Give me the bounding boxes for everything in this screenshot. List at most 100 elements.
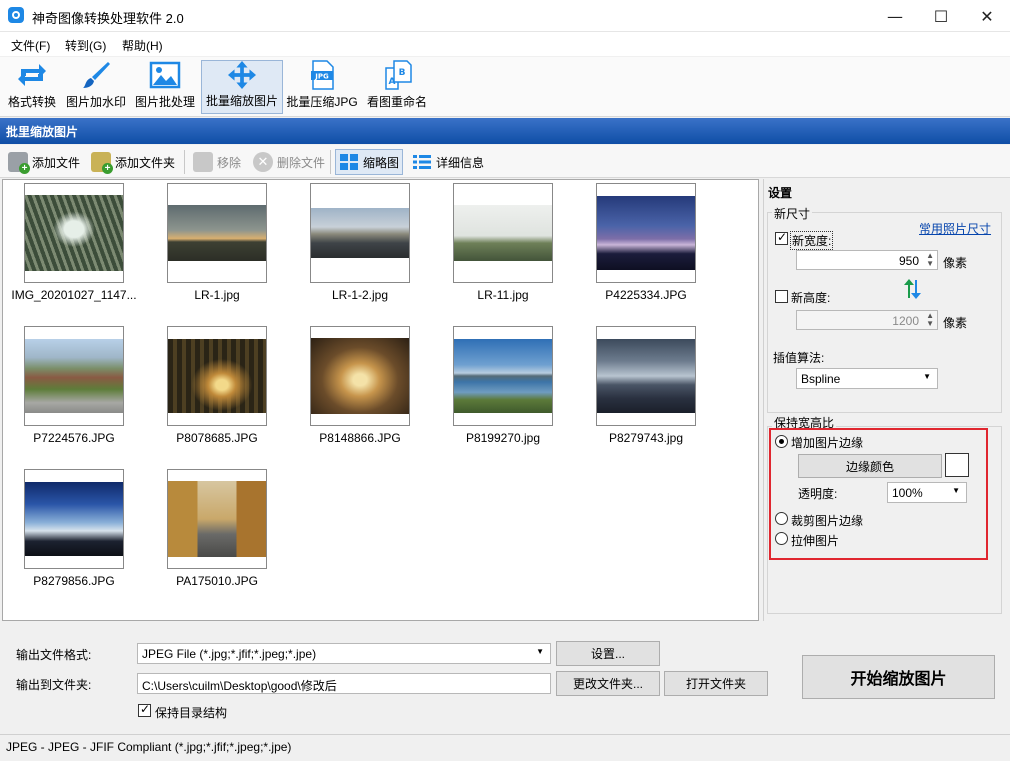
delete-x-icon: ✕ (253, 152, 273, 172)
format-label: 输出文件格式: (16, 648, 92, 662)
photo-storm-clouds (597, 339, 695, 413)
new-width-checkbox[interactable] (775, 230, 788, 245)
thumbnail-10[interactable] (596, 326, 696, 426)
thumbnail-2[interactable] (167, 183, 267, 283)
photo-bridge-night (597, 196, 695, 270)
new-height-checkbox[interactable] (775, 290, 788, 303)
tool-batch-resize[interactable]: 批量缩放图片 (201, 60, 283, 114)
thumbnail-8[interactable] (310, 326, 410, 426)
window-title: 神奇图像转换处理软件 2.0 (32, 11, 184, 26)
grid-view-icon (340, 154, 358, 170)
app-logo-icon (8, 7, 24, 23)
settings-panel: 设置 新尺寸 常用照片尺寸 新宽度: 950 ▲▼ 像素 新高度: 1200 ▲… (763, 179, 1010, 621)
thumbnail-name: LR-1.jpg (194, 288, 240, 302)
new-height-spinner[interactable]: 1200 ▲ ▼ (796, 310, 938, 330)
spin-arrows-icon: ▲ ▼ (926, 311, 934, 328)
opacity-label: 透明度: (798, 487, 838, 501)
tool-label: 批量缩放图片 (205, 94, 278, 108)
list-view-icon (413, 155, 431, 169)
open-folder-button[interactable]: 打开文件夹 (664, 671, 768, 696)
thumbnail-6[interactable] (24, 326, 124, 426)
interp-select[interactable]: Bspline ▼ (796, 368, 938, 389)
thumbnail-7[interactable] (167, 326, 267, 426)
add-file-icon: + (8, 152, 30, 174)
keep-structure-checkbox[interactable] (138, 702, 151, 717)
spin-arrows-icon: ▲ ▼ (926, 251, 934, 268)
photo-lone-tree (454, 205, 552, 261)
tool-label: 格式转换 (7, 95, 56, 109)
stretch-label: 拉伸图片 (791, 534, 840, 548)
thumbnail-3[interactable] (310, 183, 410, 283)
svg-text:JPG: JPG (314, 73, 329, 81)
tool-format-convert[interactable]: 格式转换 (4, 60, 60, 114)
menu-file[interactable]: 文件(F) (11, 37, 50, 54)
close-button[interactable]: ✕ (964, 0, 1010, 32)
thumbnail-panel: IMG_20201027_1147... LR-1.jpg LR-1-2.jpg… (2, 179, 759, 621)
tool-batch-process[interactable]: 图片批处理 (132, 60, 198, 114)
thumbnail-name: LR-11.jpg (477, 288, 529, 302)
maximize-button[interactable]: ☐ (918, 0, 964, 32)
detail-view-button[interactable]: 详细信息 (409, 149, 487, 175)
thumbnail-5[interactable] (596, 183, 696, 283)
thumbnail-name: P4225334.JPG (605, 288, 687, 302)
remove-icon (193, 152, 213, 172)
add-folder-icon: + (91, 152, 113, 174)
photo-village-road (25, 339, 123, 413)
common-sizes-link[interactable]: 常用照片尺寸 (919, 220, 991, 237)
thumbnail-12[interactable] (167, 469, 267, 569)
radio-add-border[interactable] (775, 435, 788, 448)
jpg-file-icon: JPG (311, 60, 334, 90)
add-file-button[interactable]: + 添加文件 (5, 149, 83, 175)
remove-button[interactable]: 移除 (190, 149, 244, 175)
menu-goto[interactable]: 转到(G) (65, 37, 106, 54)
thumbnail-name: P7224576.JPG (33, 431, 115, 445)
radio-crop-border[interactable] (775, 512, 788, 525)
tool-compress-jpg[interactable]: JPG 批量压缩JPG (286, 60, 358, 114)
svg-text:B: B (399, 68, 406, 78)
height-unit: 像素 (943, 316, 968, 330)
thumbnail-name: P8279743.jpg (608, 431, 684, 445)
tool-rename[interactable]: B A 看图重命名 (362, 60, 432, 114)
thumbnail-name: PA175010.JPG (176, 574, 258, 588)
opacity-select[interactable]: 100% ▼ (887, 482, 967, 503)
thumbnail-1[interactable] (24, 183, 124, 283)
interp-label: 插值算法: (773, 351, 825, 365)
settings-title: 设置 (768, 186, 793, 200)
thumbnail-11[interactable] (24, 469, 124, 569)
minimize-button[interactable]: — (872, 0, 918, 32)
paintbrush-icon (83, 62, 110, 88)
format-settings-button[interactable]: 设置... (556, 641, 660, 666)
add-folder-button[interactable]: + 添加文件夹 (88, 149, 178, 175)
new-size-label: 新尺寸 (772, 205, 813, 222)
section-title: 批里缩放图片 (0, 118, 1010, 144)
photo-wind-turbine-sunset (168, 205, 266, 261)
thumbnail-view-button[interactable]: 缩略图 (335, 149, 404, 175)
move-arrows-icon (228, 61, 256, 89)
border-color-swatch[interactable] (945, 453, 969, 477)
new-width-spinner[interactable]: 950 ▲ ▼ (796, 250, 938, 270)
new-height-label: 新高度: (791, 291, 831, 305)
format-select[interactable]: JPEG File (*.jpg;*.jfif;*.jpeg;*.jpe) ▼ (137, 643, 551, 664)
picture-icon (149, 61, 181, 89)
radio-stretch[interactable] (775, 532, 788, 545)
border-color-button[interactable]: 边缘颜色 (798, 454, 942, 478)
tool-watermark[interactable]: 图片加水印 (63, 60, 129, 114)
folder-label: 输出到文件夹: (16, 678, 92, 692)
keep-structure-label: 保持目录结构 (155, 706, 228, 720)
start-resize-button[interactable]: 开始缩放图片 (802, 655, 995, 699)
new-width-label: 新宽度: (790, 231, 834, 250)
change-folder-button[interactable]: 更改文件夹... (556, 671, 660, 696)
thumbnail-name: IMG_20201027_1147... (11, 288, 137, 302)
rename-ab-icon: B A (385, 60, 412, 90)
tool-label: 图片批处理 (134, 95, 195, 109)
thumbnail-9[interactable] (453, 326, 553, 426)
thumbnail-name: P8078685.JPG (176, 431, 258, 445)
thumbnail-name: P8279856.JPG (33, 574, 115, 588)
menu-help[interactable]: 帮助(H) (122, 37, 163, 54)
delete-file-button[interactable]: ✕ 删除文件 (250, 149, 328, 175)
swap-arrows-icon[interactable] (902, 278, 922, 300)
output-folder-input[interactable]: C:\Users\cuilm\Desktop\good\修改后 (137, 673, 551, 694)
output-area: 输出文件格式: JPEG File (*.jpg;*.jfif;*.jpeg;*… (0, 624, 1010, 734)
thumbnail-4[interactable] (453, 183, 553, 283)
add-border-label: 增加图片边缘 (791, 436, 864, 450)
